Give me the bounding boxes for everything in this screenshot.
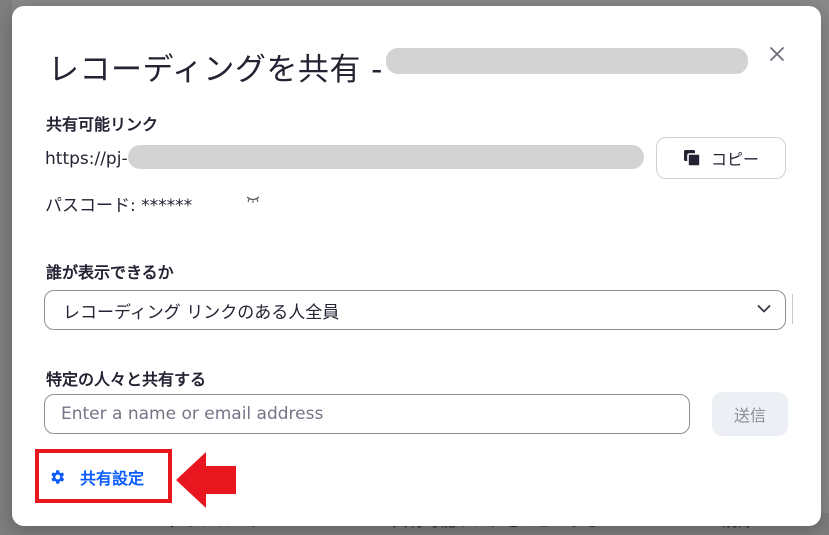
passcode-text: パスコード: ****** bbox=[45, 196, 193, 216]
share-link-url[interactable]: https://pj- bbox=[45, 149, 128, 169]
share-link-label: 共有可能リンク bbox=[46, 115, 159, 134]
copy-button-label: コピー bbox=[710, 150, 759, 169]
close-icon[interactable] bbox=[767, 44, 787, 64]
copy-button[interactable]: コピー bbox=[656, 137, 786, 179]
name-email-input[interactable] bbox=[44, 394, 690, 434]
gear-icon bbox=[51, 470, 65, 484]
who-can-view-label: 誰が表示できるか bbox=[46, 263, 174, 282]
copy-icon bbox=[683, 150, 701, 167]
red-arrow-icon bbox=[176, 452, 236, 508]
eye-closed-icon[interactable] bbox=[246, 194, 260, 204]
send-button[interactable]: 送信 bbox=[712, 392, 788, 436]
dialog-title: レコーディングを共有 - bbox=[48, 52, 383, 88]
background-left-strip bbox=[0, 0, 12, 535]
who-can-view-selected: レコーディング リンクのある人全員 bbox=[63, 302, 340, 323]
select-edge-divider bbox=[792, 294, 793, 324]
share-with-people-label: 特定の人々と共有する bbox=[46, 370, 207, 389]
chevron-down-icon bbox=[757, 305, 771, 313]
who-can-view-select[interactable]: レコーディング リンクのある人全員 bbox=[44, 290, 786, 330]
share-settings-label: 共有設定 bbox=[80, 469, 145, 488]
redacted-title-part bbox=[386, 48, 748, 74]
redacted-link bbox=[128, 145, 644, 169]
share-settings-link[interactable]: 共有設定 bbox=[48, 465, 144, 489]
share-recording-dialog: レコーディングを共有 - 共有可能リンク https://pj- コピー パスコ… bbox=[12, 6, 821, 526]
